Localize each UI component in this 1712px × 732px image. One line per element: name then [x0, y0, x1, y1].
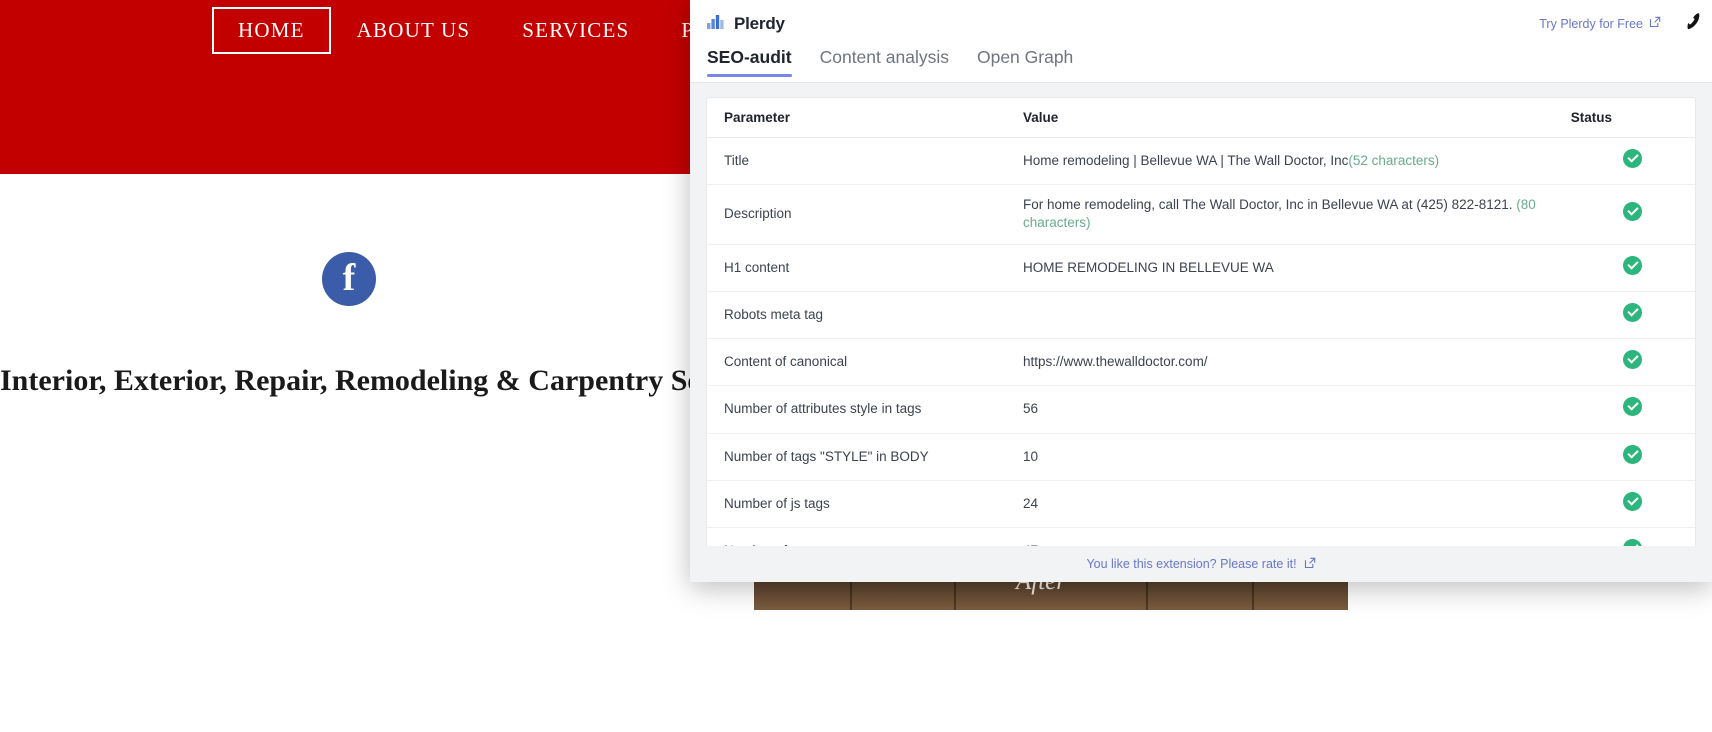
panel-header: Plerdy Try Plerdy for Free — [690, 0, 1712, 47]
column-header-parameter: Parameter — [707, 98, 1023, 138]
row-status — [1570, 137, 1695, 186]
external-link-icon — [1649, 16, 1661, 31]
nav-item-home[interactable]: HOME — [212, 6, 331, 54]
status-ok-icon — [1623, 491, 1643, 511]
row-parameter: Number of js tags — [707, 480, 1023, 528]
status-ok-icon — [1623, 538, 1643, 546]
table-header-row: Parameter Value Status — [707, 98, 1695, 138]
tab-open-graph[interactable]: Open Graph — [977, 47, 1073, 76]
row-value: 56 — [1022, 385, 1571, 434]
row-value: For home remodeling, call The Wall Docto… — [1022, 184, 1571, 245]
row-value: https://www.thewalldoctor.com/ — [1022, 338, 1571, 387]
row-status — [1570, 338, 1695, 387]
plerdy-logo-icon — [707, 13, 727, 34]
plerdy-brand[interactable]: Plerdy — [707, 13, 785, 34]
column-header-status: Status — [1570, 98, 1695, 138]
external-link-icon — [1304, 557, 1316, 572]
status-ok-icon — [1623, 350, 1643, 370]
row-char-count: (52 characters) — [1348, 153, 1440, 168]
panel-header-actions: Try Plerdy for Free — [1539, 12, 1700, 35]
plerdy-brand-name: Plerdy — [734, 13, 785, 33]
row-status — [1570, 244, 1695, 292]
tab-content-analysis[interactable]: Content analysis — [820, 47, 949, 76]
row-parameter: Description — [707, 184, 1023, 245]
website-headline: Interior, Exterior, Repair, Remodeling &… — [0, 364, 786, 397]
row-status — [1570, 527, 1695, 546]
try-plerdy-for-free-label: Try Plerdy for Free — [1539, 16, 1643, 31]
column-header-value: Value — [1022, 98, 1571, 138]
seo-audit-table: Parameter Value Status Title Home remode… — [707, 98, 1695, 546]
row-status — [1570, 385, 1695, 434]
table-row: Number of attributes style in tags 56 — [707, 385, 1695, 434]
row-parameter: Robots meta tag — [707, 291, 1023, 340]
row-status — [1570, 291, 1695, 340]
table-row: Robots meta tag — [707, 291, 1695, 340]
rate-extension-label: You like this extension? Please rate it! — [1086, 557, 1297, 571]
row-parameter: H1 content — [707, 244, 1023, 292]
table-row: Number of comment tags 47 — [707, 527, 1695, 546]
panel-body: Parameter Value Status Title Home remode… — [690, 83, 1712, 546]
seo-audit-table-card: Parameter Value Status Title Home remode… — [706, 97, 1696, 546]
row-value: HOME REMODELING IN BELLEVUE WA — [1022, 244, 1571, 292]
table-row: Number of js tags 24 — [707, 480, 1695, 528]
row-value-text: Home remodeling | Bellevue WA | The Wall… — [1022, 153, 1349, 168]
table-row: Content of canonical https://www.thewall… — [707, 338, 1695, 387]
row-parameter: Content of canonical — [707, 338, 1023, 387]
row-value-text: For home remodeling, call The Wall Docto… — [1022, 197, 1513, 213]
status-ok-icon — [1623, 444, 1643, 464]
nav-item-services[interactable]: SERVICES — [496, 7, 655, 54]
facebook-icon[interactable]: f — [322, 252, 376, 306]
phone-icon[interactable] — [1687, 12, 1700, 35]
table-row: Number of tags "STYLE" in BODY 10 — [707, 433, 1695, 481]
row-parameter: Number of attributes style in tags — [707, 385, 1023, 434]
row-value: 47 — [1022, 527, 1571, 546]
row-parameter: Number of comment tags — [707, 527, 1023, 546]
row-parameter: Number of tags "STYLE" in BODY — [707, 433, 1023, 481]
row-parameter: Title — [707, 137, 1023, 186]
row-status — [1570, 184, 1695, 245]
status-ok-icon — [1623, 302, 1643, 322]
tab-seo-audit[interactable]: SEO-audit — [707, 47, 792, 77]
try-plerdy-for-free-link[interactable]: Try Plerdy for Free — [1539, 16, 1661, 31]
status-ok-icon — [1623, 397, 1643, 417]
row-status — [1570, 480, 1695, 528]
screen: HOME ABOUT US SERVICES PORTFOLIO Please … — [0, 0, 1712, 732]
table-row: H1 content HOME REMODELING IN BELLEVUE W… — [707, 244, 1695, 292]
plerdy-extension-panel: Plerdy Try Plerdy for Free SEO-audit Con… — [690, 0, 1712, 582]
table-row: Description For home remodeling, call Th… — [707, 184, 1695, 245]
status-ok-icon — [1623, 202, 1643, 222]
row-value: 24 — [1022, 480, 1571, 528]
status-ok-icon — [1623, 255, 1643, 275]
table-row: Title Home remodeling | Bellevue WA | Th… — [707, 137, 1695, 186]
panel-footer[interactable]: You like this extension? Please rate it! — [690, 546, 1712, 582]
row-value — [1022, 291, 1571, 340]
panel-tabs: SEO-audit Content analysis Open Graph — [690, 47, 1712, 83]
status-ok-icon — [1623, 149, 1643, 168]
nav-item-about-us[interactable]: ABOUT US — [331, 7, 497, 54]
row-value: 10 — [1022, 433, 1571, 481]
row-value: Home remodeling | Bellevue WA | The Wall… — [1022, 137, 1571, 186]
row-status — [1570, 433, 1695, 481]
